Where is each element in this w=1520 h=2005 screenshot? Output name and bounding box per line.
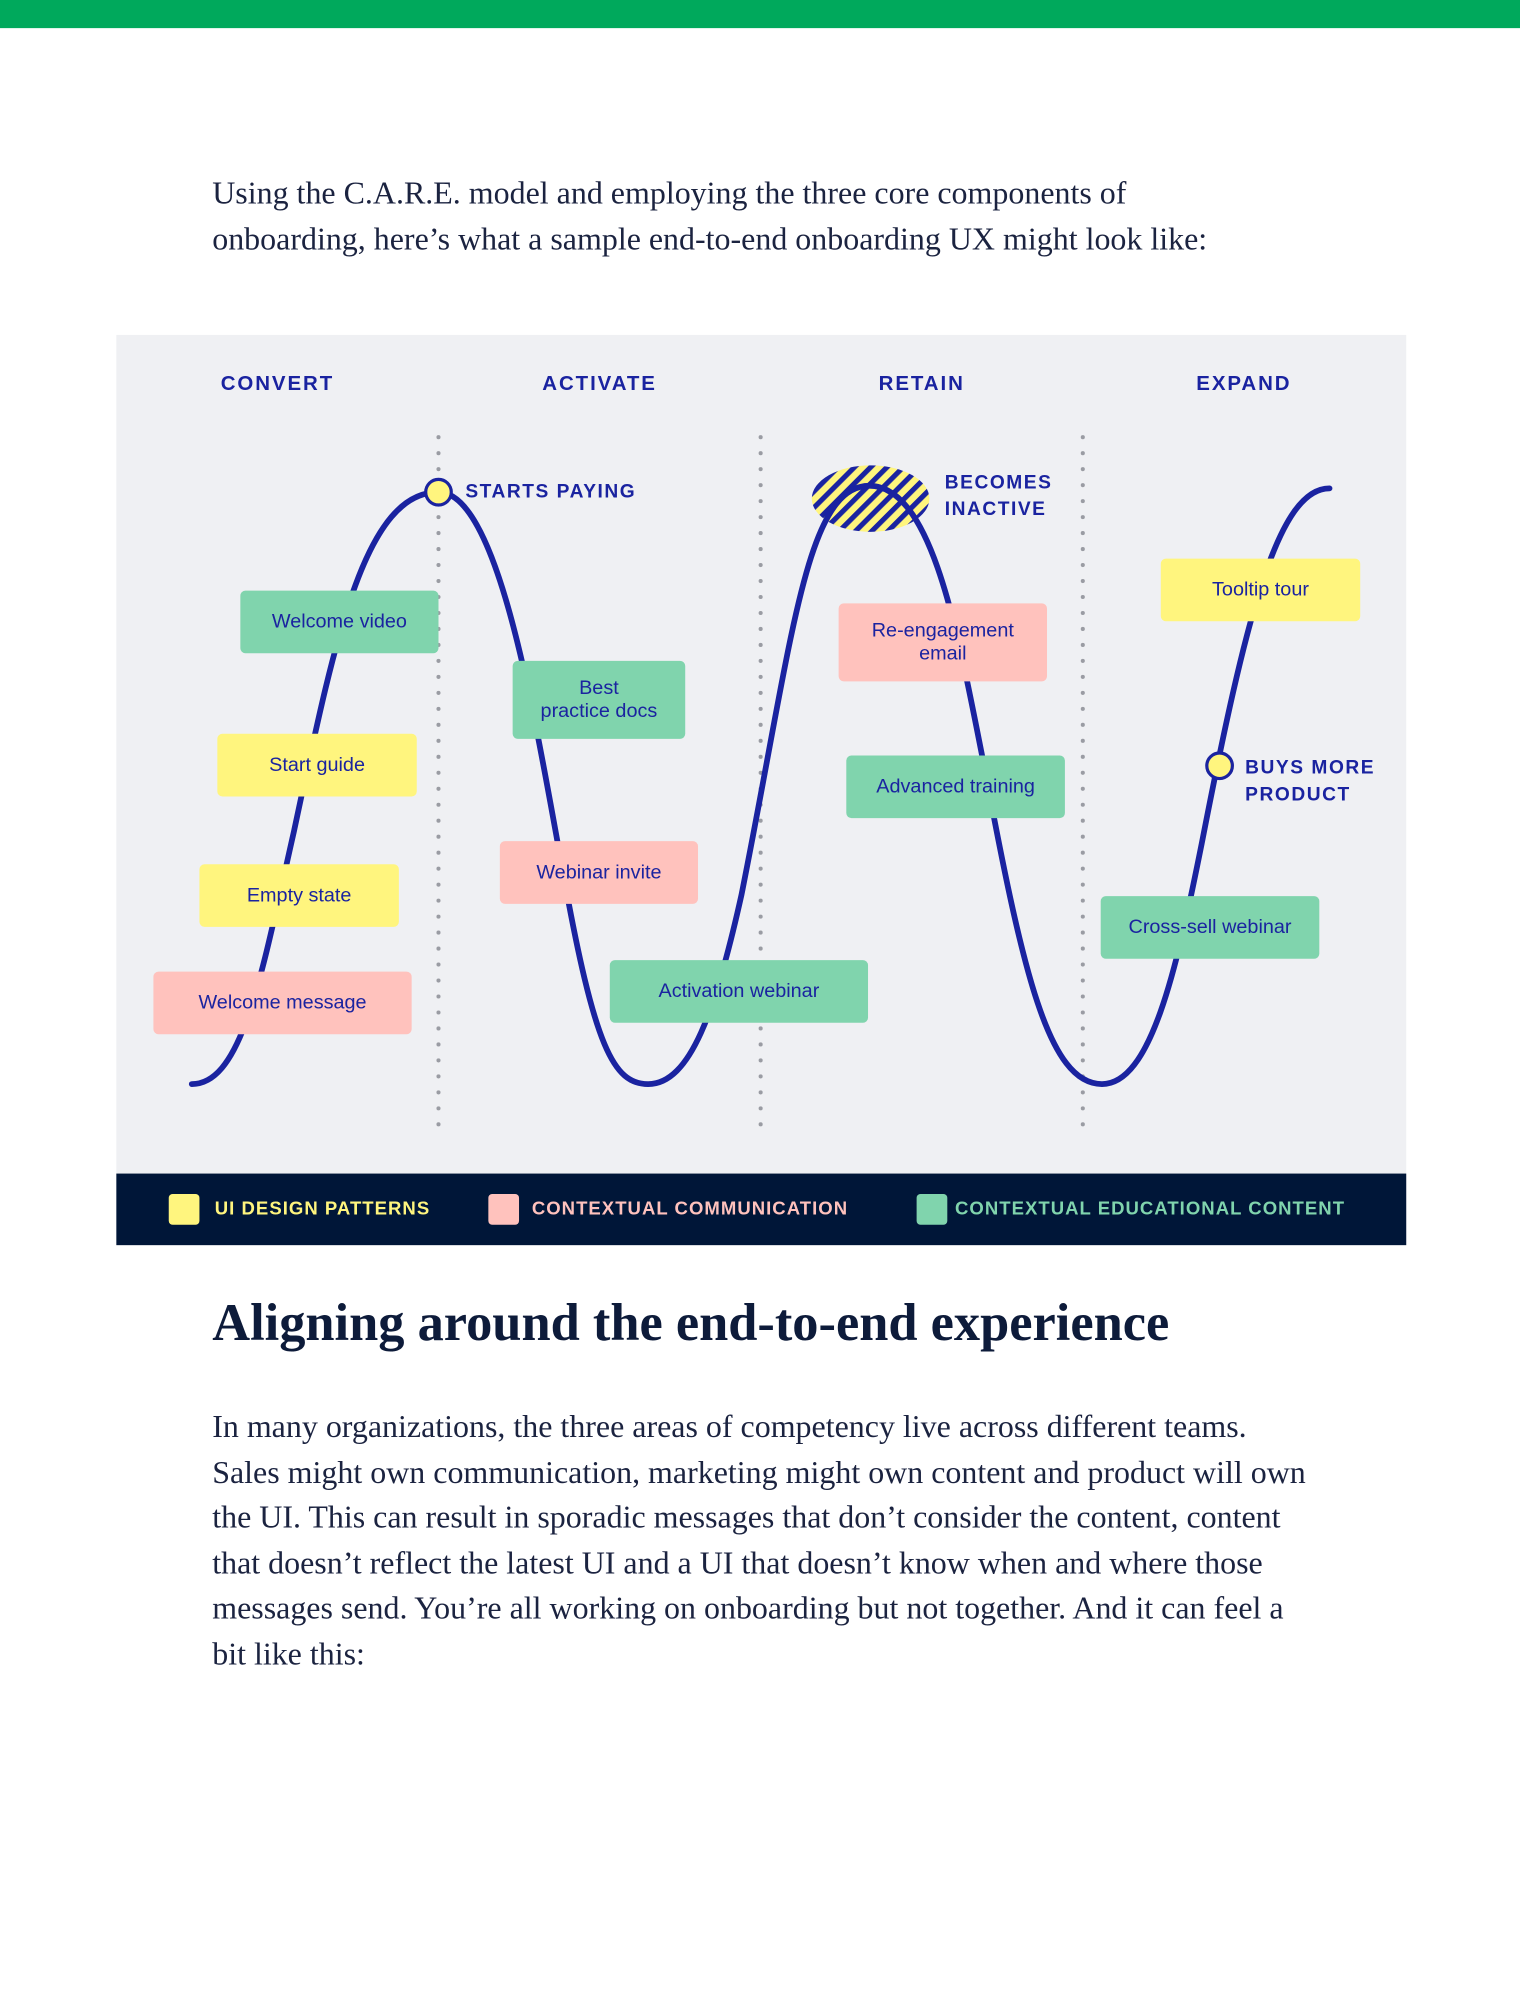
item-empty-state: Empty state <box>199 864 399 927</box>
legend-swatch <box>916 1194 948 1225</box>
milestone-line: INACTIVE <box>944 498 1047 521</box>
buys-more-marker <box>1205 751 1234 781</box>
body-paragraph: In many organizations, the three areas o… <box>212 1410 1306 1672</box>
phase-activate: ACTIVATE <box>542 373 657 396</box>
phase-convert: CONVERT <box>220 373 335 396</box>
legend-item-ui-design-patterns: UI DESIGN PATTERNS <box>168 1194 431 1225</box>
item-best-practice-docs: Best practice docs <box>512 660 686 739</box>
item-line: Best <box>579 676 619 699</box>
milestone-line: PRODUCT <box>1245 783 1351 806</box>
item-activation-webinar: Activation webinar <box>609 960 869 1023</box>
item-line: Re-engagement <box>871 619 1014 642</box>
milestone-starts-paying: STARTS PAYING <box>465 480 637 503</box>
inactive-hatched-marker <box>811 465 930 532</box>
milestone-buys-more-product: BUYS MORE PRODUCT <box>1245 754 1375 808</box>
legend-item-contextual-communication: CONTEXTUAL COMMUNICATION <box>488 1194 848 1225</box>
item-line: email <box>919 642 967 665</box>
legend-swatch <box>488 1194 520 1225</box>
milestone-line: BUYS MORE <box>1245 756 1376 779</box>
item-line: practice docs <box>540 699 658 722</box>
item-webinar-invite: Webinar invite <box>499 841 699 904</box>
milestone-line: BECOMES <box>944 471 1053 494</box>
legend-label: CONTEXTUAL COMMUNICATION <box>531 1199 849 1220</box>
milestone-becomes-inactive: BECOMES INACTIVE <box>945 469 1053 523</box>
legend-label: CONTEXTUAL EDUCATIONAL CONTENT <box>954 1199 1346 1220</box>
legend-label: UI DESIGN PATTERNS <box>214 1199 431 1220</box>
phase-expand: EXPAND <box>1196 373 1292 396</box>
section-heading: Aligning around the end-to-end experienc… <box>212 1292 1170 1352</box>
legend-swatch <box>168 1194 200 1225</box>
phase-retain: RETAIN <box>878 373 965 396</box>
item-welcome-video: Welcome video <box>240 590 439 654</box>
starts-paying-marker <box>424 477 453 507</box>
item-advanced-training: Advanced training <box>846 755 1065 819</box>
item-reengagement-email: Re-engagement email <box>838 603 1048 682</box>
item-cross-sell-webinar: Cross-sell webinar <box>1100 896 1320 959</box>
item-start-guide: Start guide <box>217 733 417 797</box>
item-welcome-message: Welcome message <box>153 971 412 1035</box>
legend-item-contextual-educational-content: CONTEXTUAL EDUCATIONAL CONTENT <box>916 1194 1346 1225</box>
item-tooltip-tour: Tooltip tour <box>1160 558 1361 622</box>
